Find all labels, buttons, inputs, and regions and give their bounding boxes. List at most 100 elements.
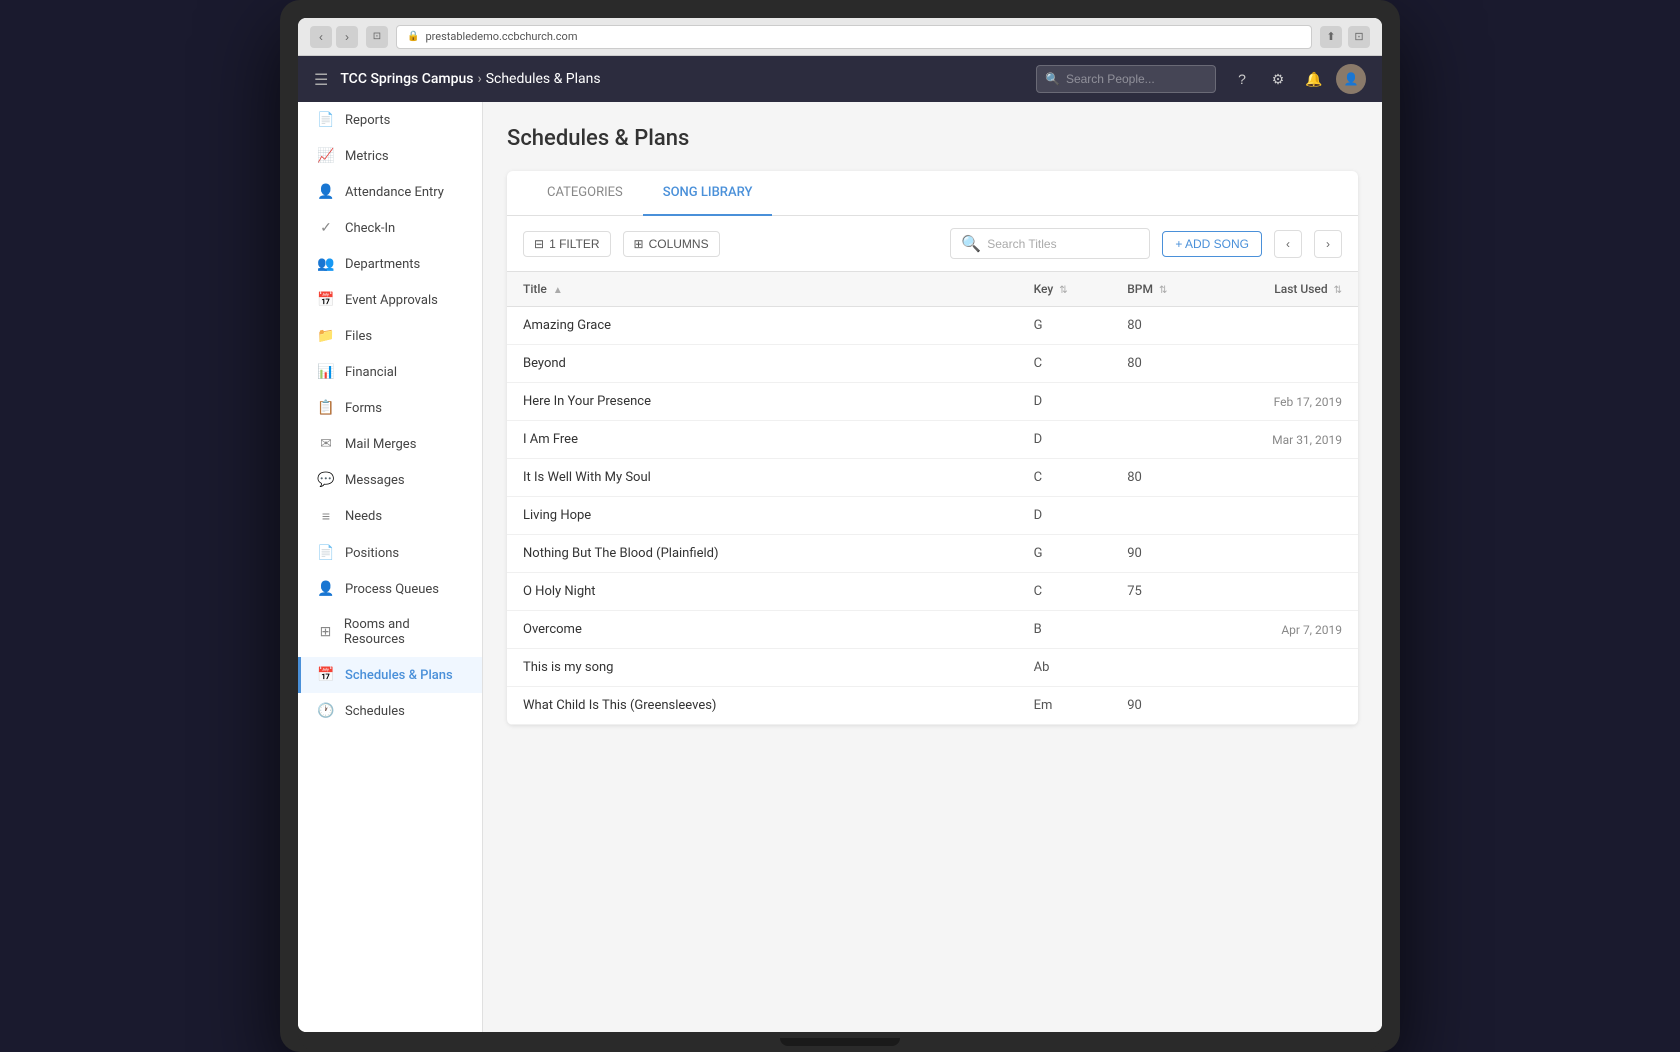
- sidebar-icon-metrics: 📈: [317, 148, 335, 164]
- sidebar-label-mail-merges: Mail Merges: [345, 437, 416, 452]
- url-bar[interactable]: 🔒 prestabledemo.ccbchurch.com: [396, 25, 1312, 49]
- search-input[interactable]: [1066, 72, 1207, 86]
- table-row[interactable]: Living Hope D: [507, 497, 1358, 535]
- sidebar-item-attendance[interactable]: 👤 Attendance Entry: [298, 174, 482, 210]
- share-icon[interactable]: ⬆: [1320, 26, 1342, 48]
- notifications-button[interactable]: 🔔: [1300, 65, 1328, 93]
- cell-last-used: Apr 7, 2019: [1214, 611, 1359, 649]
- cell-key: C: [1018, 573, 1112, 611]
- back-button[interactable]: ‹: [310, 26, 332, 48]
- tab-song-library[interactable]: SONG LIBRARY: [643, 171, 773, 216]
- sidebar-icon-mail-merges: ✉: [317, 436, 335, 452]
- table-row[interactable]: This is my song Ab: [507, 649, 1358, 687]
- key-sort-icon: ⇅: [1059, 285, 1067, 296]
- cell-bpm: 80: [1111, 459, 1213, 497]
- table-row[interactable]: I Am Free D Mar 31, 2019: [507, 421, 1358, 459]
- browser-chrome: ‹ › ⊡ 🔒 prestabledemo.ccbchurch.com ⬆ ⊡: [298, 18, 1382, 56]
- sidebar-label-messages: Messages: [345, 473, 405, 488]
- sidebar-icon-positions: 📄: [317, 545, 335, 561]
- sidebar-label-rooms: Rooms and Resources: [344, 617, 466, 647]
- sidebar-item-metrics[interactable]: 📈 Metrics: [298, 138, 482, 174]
- settings-button[interactable]: ⚙: [1264, 65, 1292, 93]
- cell-title: O Holy Night: [507, 573, 1018, 611]
- help-button[interactable]: ?: [1228, 65, 1256, 93]
- tab-icon: ⊡: [366, 26, 388, 48]
- table-row[interactable]: Overcome B Apr 7, 2019: [507, 611, 1358, 649]
- prev-page-button[interactable]: ‹: [1274, 230, 1302, 258]
- cell-key: Em: [1018, 687, 1112, 725]
- sidebar-item-forms[interactable]: 📋 Forms: [298, 390, 482, 426]
- song-table-body: Amazing Grace G 80 Beyond C 80 Here In Y…: [507, 307, 1358, 725]
- sidebar-item-rooms[interactable]: ⊞ Rooms and Resources: [298, 607, 482, 657]
- table-row[interactable]: What Child Is This (Greensleeves) Em 90: [507, 687, 1358, 725]
- filter-label: 1 FILTER: [549, 237, 599, 251]
- song-search-box[interactable]: 🔍: [950, 228, 1150, 259]
- sidebar-item-reports[interactable]: 📄 Reports: [298, 102, 482, 138]
- menu-icon[interactable]: ☰: [314, 70, 328, 89]
- col-key[interactable]: Key ⇅: [1018, 272, 1112, 307]
- cell-title: Overcome: [507, 611, 1018, 649]
- sidebar-icon-needs: ≡: [317, 508, 335, 525]
- table-row[interactable]: Amazing Grace G 80: [507, 307, 1358, 345]
- sidebar-item-financial[interactable]: 📊 Financial: [298, 354, 482, 390]
- filter-button[interactable]: ⊟ 1 FILTER: [523, 231, 611, 257]
- cell-title: I Am Free: [507, 421, 1018, 459]
- header-search[interactable]: 🔍: [1036, 65, 1216, 93]
- sidebar-item-needs[interactable]: ≡ Needs: [298, 498, 482, 535]
- last-used-sort-icon: ⇅: [1334, 285, 1342, 296]
- laptop-frame: ‹ › ⊡ 🔒 prestabledemo.ccbchurch.com ⬆ ⊡ …: [280, 0, 1400, 1052]
- add-song-button[interactable]: + ADD SONG: [1162, 231, 1262, 257]
- col-bpm[interactable]: BPM ⇅: [1111, 272, 1213, 307]
- sidebar-label-departments: Departments: [345, 257, 420, 272]
- table-row[interactable]: Here In Your Presence D Feb 17, 2019: [507, 383, 1358, 421]
- table-row[interactable]: O Holy Night C 75: [507, 573, 1358, 611]
- cell-last-used: [1214, 649, 1359, 687]
- cell-title: What Child Is This (Greensleeves): [507, 687, 1018, 725]
- title-divider: ›: [477, 71, 481, 87]
- forward-button[interactable]: ›: [336, 26, 358, 48]
- content-area: Schedules & Plans CATEGORIESSONG LIBRARY…: [483, 102, 1382, 1032]
- sidebar-icon-schedules: 🕐: [317, 703, 335, 719]
- cell-last-used: [1214, 307, 1359, 345]
- sidebar-item-mail-merges[interactable]: ✉ Mail Merges: [298, 426, 482, 462]
- tab-categories[interactable]: CATEGORIES: [527, 171, 643, 216]
- cell-last-used: Feb 17, 2019: [1214, 383, 1359, 421]
- cell-last-used: [1214, 573, 1359, 611]
- columns-button[interactable]: ⊞ COLUMNS: [623, 231, 720, 257]
- bookmark-icon[interactable]: ⊡: [1348, 26, 1370, 48]
- cell-bpm: 80: [1111, 345, 1213, 383]
- sidebar-item-schedules-plans[interactable]: 📅 Schedules & Plans: [298, 657, 482, 693]
- cell-last-used: [1214, 687, 1359, 725]
- sidebar-item-schedules[interactable]: 🕐 Schedules: [298, 693, 482, 729]
- cell-last-used: [1214, 459, 1359, 497]
- title-sort-icon: ▲: [553, 285, 563, 296]
- sidebar-item-departments[interactable]: 👥 Departments: [298, 246, 482, 282]
- search-icon: 🔍: [1045, 72, 1060, 86]
- sidebar-item-process-queues[interactable]: 👤 Process Queues: [298, 571, 482, 607]
- cell-key: C: [1018, 345, 1112, 383]
- avatar[interactable]: 👤: [1336, 64, 1366, 94]
- col-last-used[interactable]: Last Used ⇅: [1214, 272, 1359, 307]
- sidebar-label-forms: Forms: [345, 401, 382, 416]
- song-search-icon: 🔍: [961, 234, 981, 253]
- sidebar-item-files[interactable]: 📁 Files: [298, 318, 482, 354]
- prev-icon: ‹: [1286, 237, 1290, 251]
- cell-bpm: [1111, 497, 1213, 535]
- sidebar-label-positions: Positions: [345, 546, 399, 561]
- cell-last-used: [1214, 535, 1359, 573]
- cell-key: C: [1018, 459, 1112, 497]
- table-row[interactable]: Beyond C 80: [507, 345, 1358, 383]
- song-table: Title ▲ Key ⇅ BPM ⇅ Last Used ⇅: [507, 272, 1358, 725]
- song-search-input[interactable]: [987, 237, 1139, 251]
- cell-bpm: [1111, 649, 1213, 687]
- table-row[interactable]: Nothing But The Blood (Plainfield) G 90: [507, 535, 1358, 573]
- sidebar-item-messages[interactable]: 💬 Messages: [298, 462, 482, 498]
- main-card: CATEGORIESSONG LIBRARY ⊟ 1 FILTER ⊞ COLU…: [507, 171, 1358, 725]
- next-page-button[interactable]: ›: [1314, 230, 1342, 258]
- table-row[interactable]: It Is Well With My Soul C 80: [507, 459, 1358, 497]
- sidebar-item-event-approvals[interactable]: 📅 Event Approvals: [298, 282, 482, 318]
- col-title[interactable]: Title ▲: [507, 272, 1018, 307]
- laptop-notch: [780, 1038, 900, 1046]
- sidebar-item-positions[interactable]: 📄 Positions: [298, 535, 482, 571]
- sidebar-item-checkin[interactable]: ✓ Check-In: [298, 210, 482, 246]
